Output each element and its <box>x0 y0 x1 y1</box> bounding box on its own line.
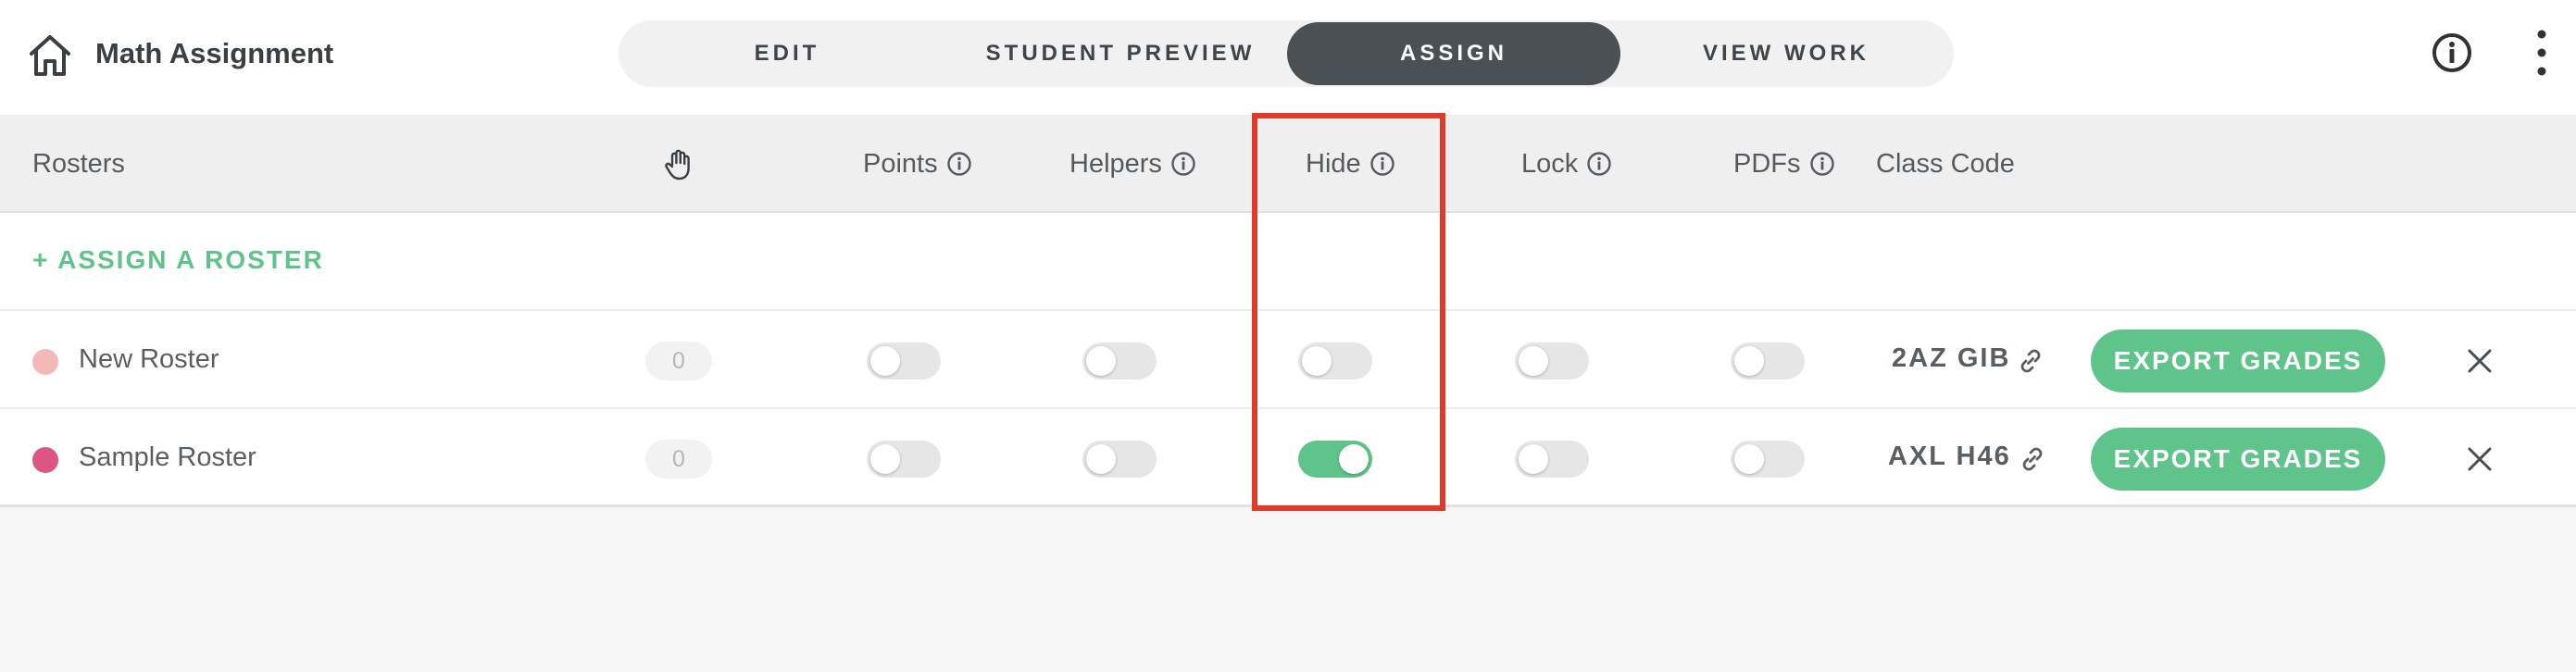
info-icon[interactable] <box>2431 31 2473 74</box>
points-toggle[interactable] <box>867 441 941 478</box>
raised-hands-count: 0 <box>645 440 712 479</box>
export-grades-button[interactable]: EXPORT GRADES <box>2091 330 2385 392</box>
copy-link-icon[interactable] <box>2018 444 2047 474</box>
lock-toggle[interactable] <box>1515 441 1589 478</box>
home-icon[interactable] <box>26 31 74 80</box>
hide-toggle[interactable] <box>1298 342 1372 380</box>
roster-color-dot <box>32 349 58 375</box>
class-code[interactable]: AXL H46 <box>1888 442 2011 472</box>
tab-view-work[interactable]: VIEW WORK <box>1620 22 1952 85</box>
class-code[interactable]: 2AZ GIB <box>1892 343 2010 374</box>
column-hide-label: Hide <box>1306 148 1361 179</box>
assign-roster-row: + ASSIGN A ROSTER <box>0 213 2576 311</box>
roster-name: New Roster <box>79 344 219 374</box>
column-helpers-label: Helpers <box>1069 148 1162 179</box>
page: Math Assignment EDIT STUDENT PREVIEW ASS… <box>0 0 2576 672</box>
helpers-toggle[interactable] <box>1082 342 1157 380</box>
column-class-code: Class Code <box>1876 115 2015 213</box>
pdfs-info-icon[interactable] <box>1809 151 1835 177</box>
hide-toggle[interactable] <box>1298 441 1372 478</box>
column-helpers: Helpers <box>1069 115 1196 213</box>
toggle-knob <box>870 444 900 474</box>
hide-info-icon[interactable] <box>1369 151 1395 177</box>
toggle-knob <box>1734 346 1764 376</box>
assignment-title: Math Assignment <box>95 37 334 69</box>
lock-info-icon[interactable] <box>1586 151 1612 177</box>
toggle-knob <box>1339 444 1369 474</box>
roster-name: Sample Roster <box>79 442 256 472</box>
tab-student-preview[interactable]: STUDENT PREVIEW <box>954 22 1287 85</box>
tab-edit[interactable]: EDIT <box>620 22 954 85</box>
raised-hand-icon <box>664 149 694 180</box>
pdfs-toggle[interactable] <box>1731 342 1805 380</box>
points-toggle[interactable] <box>867 342 941 380</box>
helpers-info-icon[interactable] <box>1170 151 1196 177</box>
export-grades-button[interactable]: EXPORT GRADES <box>2091 428 2385 491</box>
points-info-icon[interactable] <box>946 151 972 177</box>
table-row: New Roster 0 2AZ GIB EXPORT GRADES <box>0 311 2576 409</box>
toggle-knob <box>1519 346 1548 376</box>
toggle-knob <box>1302 346 1332 376</box>
helpers-toggle[interactable] <box>1082 441 1157 478</box>
column-lock: Lock <box>1521 115 1612 213</box>
roster-color-dot <box>32 447 58 473</box>
column-points-label: Points <box>863 148 938 179</box>
remove-roster-icon[interactable] <box>2467 348 2493 374</box>
column-points: Points <box>863 115 972 213</box>
pdfs-toggle[interactable] <box>1731 441 1805 478</box>
mode-tabs: EDIT STUDENT PREVIEW ASSIGN VIEW WORK <box>619 20 1954 87</box>
toggle-knob <box>1086 444 1116 474</box>
remove-roster-icon[interactable] <box>2467 446 2493 472</box>
column-class-code-label: Class Code <box>1876 148 2015 179</box>
toggle-knob <box>870 346 900 376</box>
toggle-knob <box>1086 346 1116 376</box>
copy-link-icon[interactable] <box>2016 346 2045 376</box>
tab-assign[interactable]: ASSIGN <box>1287 22 1620 85</box>
lock-toggle[interactable] <box>1515 342 1589 380</box>
table-row: Sample Roster 0 AXL H46 EXPORT GRADES <box>0 409 2576 507</box>
toggle-knob <box>1519 444 1548 474</box>
toggle-knob <box>1734 444 1764 474</box>
raised-hands-count: 0 <box>645 342 712 380</box>
column-rosters-label: Rosters <box>32 148 125 179</box>
assign-roster-button[interactable]: + ASSIGN A ROSTER <box>32 245 324 275</box>
top-bar: Math Assignment EDIT STUDENT PREVIEW ASS… <box>0 0 2576 115</box>
column-pdfs: PDFs <box>1733 115 1835 213</box>
column-rosters: Rosters <box>32 115 125 213</box>
column-hide: Hide <box>1306 115 1395 213</box>
column-lock-label: Lock <box>1521 148 1579 179</box>
roster-table-header: Rosters Points Helpers Hide Lock PDFs Cl… <box>0 115 2576 213</box>
column-pdfs-label: PDFs <box>1733 148 1801 179</box>
more-options-icon[interactable] <box>2528 26 2556 80</box>
